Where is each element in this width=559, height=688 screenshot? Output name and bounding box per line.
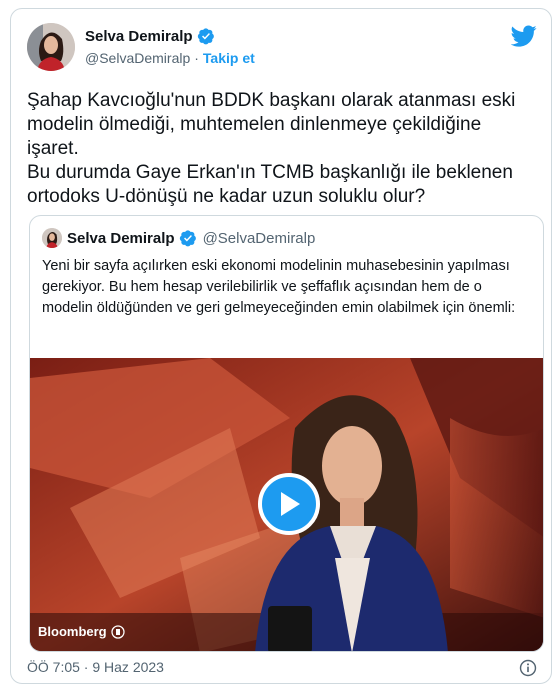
tweet-card: Selva Demiralp @SelvaDemiralp · Takip et…: [10, 8, 552, 684]
play-button[interactable]: [258, 473, 320, 535]
verified-badge-icon: [197, 28, 214, 45]
quoted-avatar[interactable]: [42, 228, 62, 248]
video-thumbnail[interactable]: Bloomberg: [30, 358, 543, 651]
quoted-tweet[interactable]: Selva Demiralp @SelvaDemiralp Yeni bir s…: [29, 215, 544, 652]
follow-button[interactable]: Takip et: [203, 50, 255, 66]
quoted-author-handle[interactable]: @SelvaDemiralp: [203, 230, 316, 247]
bloomberg-logo-icon: [110, 624, 125, 639]
video-watermark-text: Bloomberg: [38, 624, 107, 639]
quoted-tweet-text: Yeni bir sayfa açılırken eski ekonomi mo…: [42, 258, 516, 316]
author-handle[interactable]: @SelvaDemiralp: [85, 50, 190, 66]
verified-badge-icon: [179, 230, 196, 247]
bloomberg-watermark: Bloomberg: [38, 624, 125, 639]
quoted-author-name[interactable]: Selva Demiralp: [67, 230, 175, 247]
info-icon[interactable]: [519, 659, 537, 677]
play-icon: [281, 492, 300, 516]
avatar[interactable]: [27, 23, 75, 71]
twitter-bird-icon[interactable]: [511, 23, 537, 49]
tweet-timestamp[interactable]: ÖÖ 7:05 · 9 Haz 2023: [27, 659, 164, 675]
author-name[interactable]: Selva Demiralp: [85, 28, 193, 45]
tweet-text: Şahap Kavcıoğlu'nun BDDK başkanı olarak …: [27, 90, 516, 207]
separator-dot: ·: [194, 50, 199, 66]
